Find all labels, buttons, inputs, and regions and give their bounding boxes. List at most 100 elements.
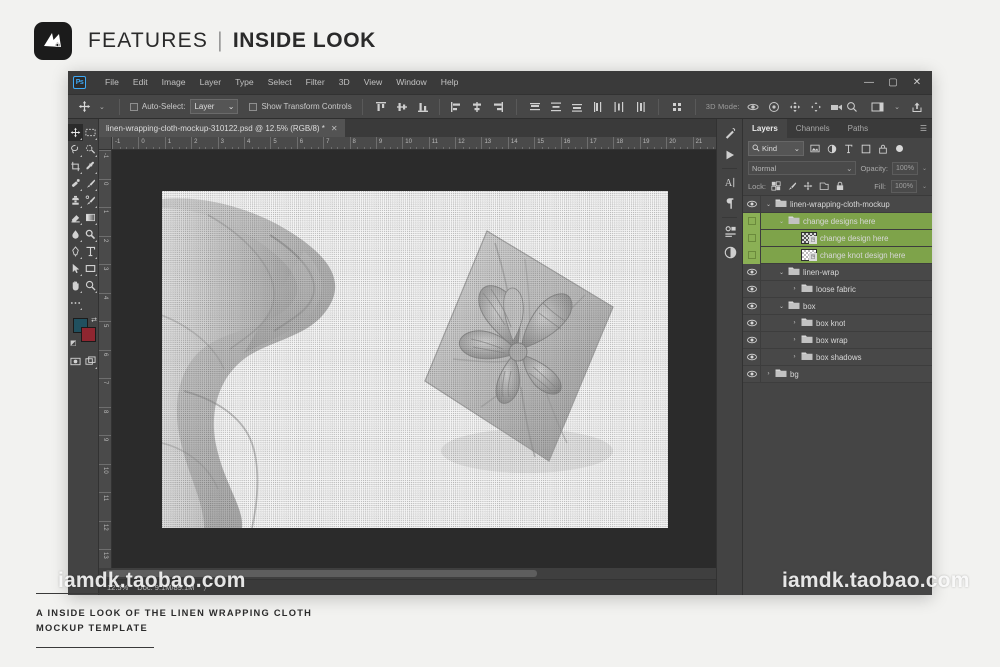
fill-value[interactable]: 100% [890, 179, 917, 193]
lock-all-icon[interactable] [835, 180, 846, 192]
dodge-tool-icon[interactable] [83, 226, 98, 243]
layer-visibility-eye-icon[interactable] [743, 331, 761, 349]
actions-play-icon[interactable] [717, 144, 743, 165]
align-bottom-edges-icon[interactable] [415, 99, 431, 115]
auto-select-scope-dropdown[interactable]: Layer ⌄ [190, 99, 239, 114]
menu-item-3d[interactable]: 3D [332, 71, 357, 94]
layer-visibility-off-icon[interactable] [743, 229, 761, 247]
blur-tool-icon[interactable] [68, 226, 83, 243]
close-icon[interactable]: ✕ [331, 124, 338, 133]
layer-row-body[interactable]: ⌄ change designs here [761, 215, 932, 227]
quick-mask-icon[interactable] [68, 353, 83, 370]
healing-brush-icon[interactable] [68, 175, 83, 192]
opacity-stepper-icon[interactable]: ⌄ [922, 165, 927, 172]
layer-visibility-eye-icon[interactable] [743, 196, 761, 213]
move-tool-icon[interactable] [68, 124, 83, 141]
gradient-tool-icon[interactable] [83, 209, 98, 226]
align-grid-icon[interactable] [669, 99, 685, 115]
search-icon[interactable] [844, 99, 860, 115]
status-zoom-level[interactable]: 12.5% [107, 583, 128, 592]
layer-thumbnail[interactable]: ◳ [801, 249, 817, 261]
layer-row[interactable]: ⌄ box [743, 297, 932, 315]
background-color-swatch[interactable] [81, 327, 96, 342]
layer-visibility-eye-icon[interactable] [743, 280, 761, 298]
distribute-top-icon[interactable] [527, 99, 543, 115]
artboard[interactable] [162, 190, 668, 528]
chevron-right-icon[interactable]: › [791, 286, 798, 292]
layer-row-body[interactable]: ⌄ linen-wrapping-cloth-mockup [761, 198, 932, 210]
clone-stamp-icon[interactable] [68, 192, 83, 209]
opacity-value[interactable]: 100% [891, 161, 918, 175]
slide-3d-icon[interactable] [808, 99, 824, 115]
horizontal-ruler[interactable]: -1 0 1 2 3 4 5 6 7 8 9 10 11 12 13 14 15 16 17 18 19 20 21 [112, 137, 716, 150]
align-right-edges-icon[interactable] [490, 99, 506, 115]
crop-tool-icon[interactable] [68, 158, 83, 175]
layer-thumbnail[interactable]: ◳ [801, 232, 817, 244]
ruler-corner[interactable] [99, 137, 112, 150]
tab-paths[interactable]: Paths [839, 119, 877, 138]
show-transform-checkbox-box[interactable] [249, 102, 258, 111]
close-button[interactable]: ✕ [906, 73, 928, 93]
auto-select-checkbox[interactable]: Auto-Select: [129, 102, 185, 111]
lock-artboard-nesting-icon[interactable] [819, 180, 830, 192]
vertical-ruler[interactable]: -101234567891011121314 [99, 150, 112, 568]
workspace-caret-icon[interactable]: ⌄ [894, 103, 900, 111]
menu-item-type[interactable]: Type [228, 71, 261, 94]
adjustments-icon[interactable] [717, 242, 743, 263]
distribute-horizontal-center-icon[interactable] [611, 99, 627, 115]
layer-row[interactable]: ⌄ linen-wrap [743, 263, 932, 281]
layer-row-body[interactable]: › loose fabric [761, 283, 932, 295]
properties-icon[interactable] [717, 221, 743, 242]
distribute-left-icon[interactable] [590, 99, 606, 115]
zoom-tool-icon[interactable] [83, 277, 98, 294]
pen-tool-icon[interactable] [68, 243, 83, 260]
auto-select-checkbox-box[interactable] [129, 102, 138, 111]
camera-3d-icon[interactable] [829, 99, 845, 115]
lasso-tool-icon[interactable] [68, 141, 83, 158]
horizontal-scrollbar-thumb[interactable] [105, 570, 537, 577]
show-transform-controls-checkbox[interactable]: Show Transform Controls [249, 102, 352, 111]
document-tab[interactable]: linen-wrapping-cloth-mockup-310122.psd @… [99, 119, 346, 137]
blend-mode-dropdown[interactable]: Normal ⌄ [748, 161, 857, 175]
status-expand-icon[interactable]: 〉 [203, 583, 210, 593]
layer-visibility-eye-icon[interactable] [743, 348, 761, 366]
menu-item-image[interactable]: Image [155, 71, 193, 94]
layer-visibility-eye-icon[interactable] [743, 365, 761, 383]
eyedropper-icon[interactable] [83, 158, 98, 175]
align-top-edges-icon[interactable] [373, 99, 389, 115]
character-icon[interactable]: A [717, 172, 743, 193]
chevron-right-icon[interactable]: › [765, 371, 772, 377]
roll-3d-icon[interactable] [766, 99, 782, 115]
filter-enable-toggle[interactable] [896, 145, 903, 152]
distribute-vertical-center-icon[interactable] [548, 99, 564, 115]
distribute-bottom-icon[interactable] [569, 99, 585, 115]
history-icon[interactable] [717, 123, 743, 144]
fill-stepper-icon[interactable]: ⌄ [922, 183, 927, 190]
filter-pixel-icon[interactable] [808, 142, 821, 156]
menu-item-filter[interactable]: Filter [299, 71, 332, 94]
menu-item-edit[interactable]: Edit [126, 71, 155, 94]
history-brush-icon[interactable] [83, 192, 98, 209]
align-horizontal-centers-icon[interactable] [469, 99, 485, 115]
rectangle-shape-icon[interactable] [83, 260, 98, 277]
chevron-right-icon[interactable]: › [791, 320, 798, 326]
layer-list[interactable]: ⌄ linen-wrapping-cloth-mockup ⌄ change desi… [743, 195, 932, 595]
menu-item-file[interactable]: File [98, 71, 126, 94]
align-left-edges-icon[interactable] [448, 99, 464, 115]
share-icon[interactable] [909, 99, 925, 115]
chevron-down-icon[interactable]: ⌄ [778, 269, 785, 276]
paragraph-icon[interactable] [717, 193, 743, 214]
workspace-icon[interactable] [869, 99, 885, 115]
tab-channels[interactable]: Channels [787, 119, 839, 138]
canvas-area[interactable] [112, 150, 716, 568]
filter-adjustment-icon[interactable] [825, 142, 838, 156]
layer-row-body[interactable]: ⌄ box [761, 300, 932, 312]
align-vertical-centers-icon[interactable] [394, 99, 410, 115]
screen-mode-icon[interactable] [83, 353, 98, 370]
layer-row-body[interactable]: › bg [761, 368, 932, 380]
chevron-down-icon[interactable]: ⌄ [778, 303, 785, 310]
pan-3d-icon[interactable] [787, 99, 803, 115]
panel-menu-icon[interactable]: ☰ [920, 124, 927, 133]
default-colors-icon[interactable]: ◩ [70, 339, 77, 347]
layer-row-body[interactable]: ⌄ linen-wrap [761, 266, 932, 278]
